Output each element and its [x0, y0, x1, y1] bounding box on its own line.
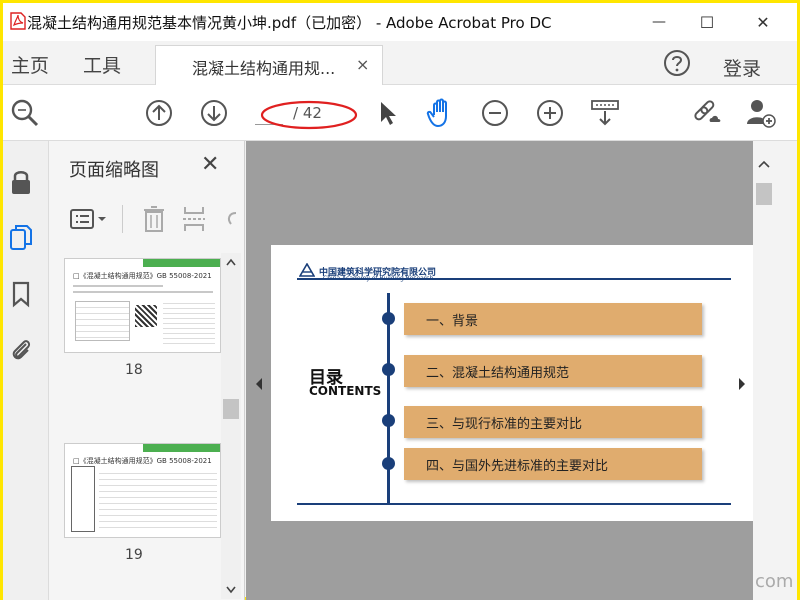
lock-icon [12, 171, 30, 194]
link-cloud-icon [694, 100, 721, 122]
thumbnails-panel: 页面缩略图 ✕ □《混凝土结构通用规范》GB 55008-2021 18 □《混… [49, 141, 245, 600]
hand-icon [426, 98, 447, 128]
delete-page-button[interactable] [139, 203, 169, 235]
contents-item: 三、与现行标准的主要对比 [404, 406, 702, 438]
page-thumbnail[interactable]: □《混凝土结构通用规范》GB 55008-2021 [64, 443, 221, 538]
tab-close-icon[interactable]: × [356, 55, 369, 74]
minus-circle-icon [482, 100, 508, 126]
scroll-thumb[interactable] [756, 183, 772, 205]
scroll-thumb[interactable] [223, 399, 239, 419]
scroll-up-icon[interactable] [757, 159, 771, 169]
security-panel-button[interactable] [8, 167, 34, 197]
thumbnail-header-band [143, 444, 220, 452]
left-navigation-rail [3, 141, 49, 600]
trash-icon [144, 206, 164, 232]
scroll-down-icon[interactable] [225, 585, 237, 595]
acrobat-icon [10, 12, 26, 30]
page-thumbnail[interactable]: □《混凝土结构通用规范》GB 55008-2021 [64, 258, 221, 353]
add-user-button[interactable] [745, 97, 777, 129]
zoom-search-icon [11, 99, 39, 127]
zoom-in-button[interactable] [534, 97, 566, 129]
bookmarks-button[interactable] [8, 279, 34, 309]
toolbar: / 42 [3, 85, 797, 141]
tab-document-label: 混凝土结构通用规... [192, 59, 336, 78]
attachments-button[interactable] [8, 335, 34, 365]
arrow-down-circle-icon [201, 100, 227, 126]
panel-close-icon[interactable]: ✕ [201, 152, 219, 177]
red-ellipse-annotation [260, 100, 358, 130]
thumbnail-heading: □《混凝土结构通用规范》GB 55008-2021 [73, 457, 212, 465]
watermark-text: com [755, 571, 794, 592]
tab-bar: 主页 工具 混凝土结构通用规... × 登录 [3, 41, 797, 85]
maximize-button[interactable]: ☐ [687, 7, 727, 37]
minimize-button[interactable]: — [639, 7, 679, 37]
collapse-panel-icon[interactable] [254, 377, 264, 391]
pdf-page: 中国建筑科学研究院有限公司 China Academy of Building … [271, 245, 753, 521]
rotate-page-button[interactable] [221, 203, 241, 235]
minimize-icon: — [652, 14, 666, 30]
pages-icon [10, 225, 32, 250]
rotate-icon [227, 212, 237, 225]
prev-page-button[interactable] [143, 97, 175, 129]
login-button[interactable]: 登录 [723, 54, 761, 81]
window-title: 混凝土结构通用规范基本情况黄小坤.pdf（已加密） - Adobe Acroba… [27, 14, 552, 32]
next-page-arrow-icon[interactable] [737, 377, 747, 391]
scroll-up-icon[interactable] [225, 257, 237, 267]
timeline-dot [382, 457, 395, 470]
cursor-arrow-icon [381, 102, 396, 125]
thumbnail-options-button[interactable] [67, 203, 111, 235]
next-page-button[interactable] [198, 97, 230, 129]
tab-tools[interactable]: 工具 [83, 51, 121, 78]
contents-item: 二、混凝土结构通用规范 [404, 355, 702, 387]
insert-pages-icon [183, 207, 205, 231]
list-options-icon [70, 209, 106, 229]
thumbnail-heading: □《混凝土结构通用规范》GB 55008-2021 [73, 272, 212, 280]
header-rule [297, 278, 731, 280]
plus-circle-icon [537, 100, 563, 126]
thumbnail-page-number: 19 [125, 547, 143, 563]
timeline-dot [382, 414, 395, 427]
bookmark-icon [12, 281, 30, 308]
tab-home[interactable]: 主页 [11, 51, 49, 78]
cabr-logo-icon [299, 263, 315, 277]
maximize-icon: ☐ [699, 12, 715, 32]
select-tool[interactable] [371, 97, 403, 129]
insert-page-button[interactable] [179, 203, 209, 235]
thumbnail-scrollbar[interactable] [221, 253, 241, 599]
keyboard-scroll-icon [591, 100, 619, 126]
document-scrollbar[interactable] [753, 141, 797, 600]
thumbnail-header-band [143, 259, 220, 267]
share-link-button[interactable] [691, 97, 723, 129]
timeline-dot [382, 312, 395, 325]
panel-title: 页面缩略图 [69, 160, 159, 181]
toolbar-separator [122, 205, 123, 233]
footer-rule [297, 503, 731, 505]
contents-subtitle: CONTENTS [309, 384, 382, 398]
thumbnail-page-number: 18 [125, 362, 143, 378]
contents-item: 一、背景 [404, 303, 702, 335]
page-thumbnails-button[interactable] [8, 223, 34, 253]
paperclip-icon [12, 340, 31, 360]
zoom-tool[interactable] [9, 97, 41, 129]
arrow-up-circle-icon [146, 100, 172, 126]
scroll-mode-button[interactable] [589, 97, 621, 129]
hand-tool[interactable] [425, 97, 457, 129]
contents-item: 四、与国外先进标准的主要对比 [404, 448, 702, 480]
help-icon[interactable] [663, 49, 691, 77]
close-button[interactable]: ✕ [743, 7, 783, 37]
zoom-out-button[interactable] [479, 97, 511, 129]
add-user-icon [747, 100, 776, 128]
timeline-dot [382, 363, 395, 376]
close-icon: ✕ [756, 12, 770, 32]
tab-document[interactable]: 混凝土结构通用规... × [155, 45, 383, 85]
title-bar: 混凝土结构通用规范基本情况黄小坤.pdf（已加密） - Adobe Acroba… [3, 3, 797, 41]
